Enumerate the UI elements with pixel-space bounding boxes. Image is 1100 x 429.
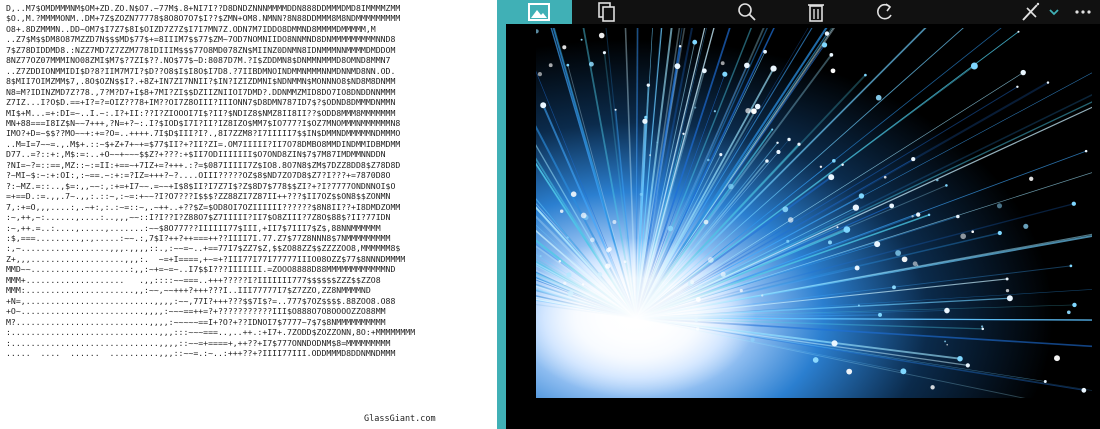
viewer-toolbar (506, 0, 1100, 24)
edit-icon[interactable] (1016, 0, 1046, 24)
image-viewer (506, 0, 1100, 429)
copy-icon[interactable] (591, 0, 621, 24)
ascii-art-text: D,..M7$OMDMMMNM$OM+ZD.ZO.N$O7.~77M$.8+NI… (6, 3, 416, 358)
more-icon[interactable] (1068, 0, 1098, 24)
image-icon[interactable] (506, 0, 572, 24)
ascii-credit-label: GlassGiant.com (364, 414, 436, 424)
ascii-art-panel: D,..M7$OMDMMMNM$OM+ZD.ZO.N$O7.~77M$.8+NI… (0, 0, 497, 429)
rotate-icon[interactable] (870, 0, 900, 24)
fiber-optic-photo (536, 28, 1092, 398)
zoom-icon[interactable] (732, 0, 762, 24)
panel-divider[interactable] (497, 0, 506, 429)
delete-icon[interactable] (801, 0, 831, 24)
chevron-down-icon[interactable] (1046, 0, 1062, 24)
